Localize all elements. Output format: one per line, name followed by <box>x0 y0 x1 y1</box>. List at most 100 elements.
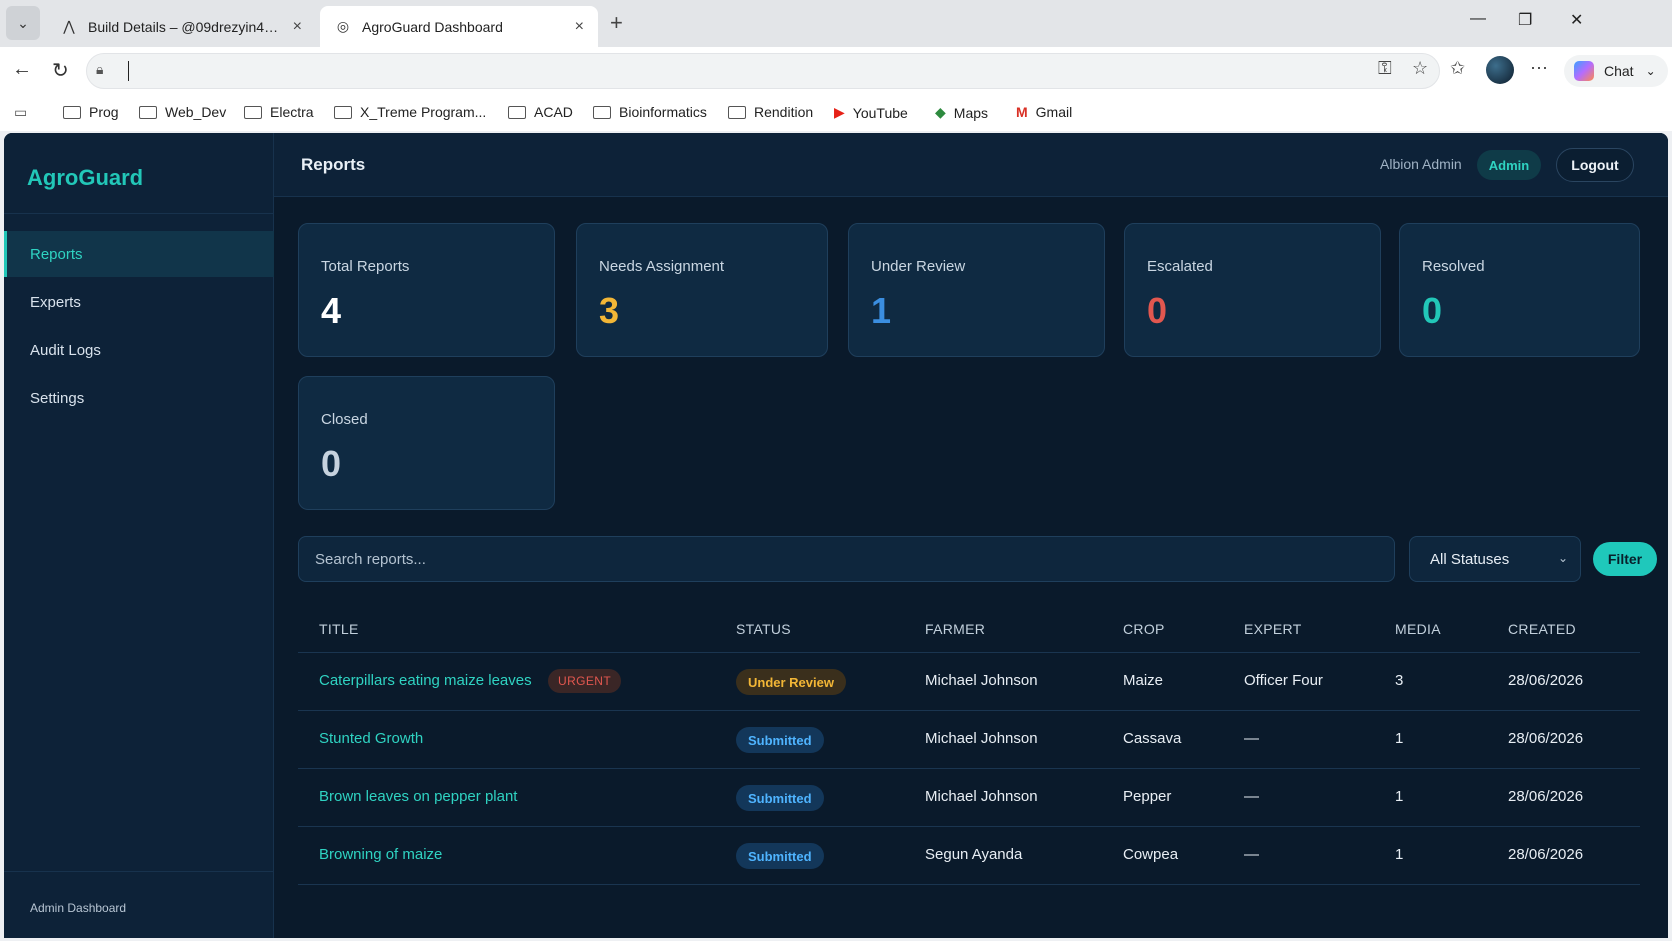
farmer-cell: Michael Johnson <box>925 788 1038 805</box>
divider <box>4 871 274 872</box>
sidebar-item-experts[interactable]: Experts <box>4 279 274 325</box>
media-cell: 1 <box>1395 730 1404 747</box>
bookmark-prog[interactable]: Prog <box>63 104 119 120</box>
sidebar-footer: Admin Dashboard <box>30 901 127 915</box>
bookmark-label: Web_Dev <box>165 104 227 120</box>
stat-value: 3 <box>599 290 620 331</box>
youtube-icon: ▶ <box>834 104 845 120</box>
sidebar: AgroGuard Reports Experts Audit Logs Set… <box>4 133 274 938</box>
created-cell: 28/06/2026 <box>1508 846 1584 863</box>
browser-tab-agroguard[interactable]: ◎ AgroGuard Dashboard × <box>320 6 598 47</box>
lock-icon[interactable]: 🔒︎ <box>96 61 103 78</box>
sidebar-item-settings[interactable]: Settings <box>4 375 274 421</box>
sidebar-item-reports[interactable]: Reports <box>4 231 274 277</box>
chat-label: Chat <box>1604 63 1634 79</box>
crop-cell: Cowpea <box>1123 846 1179 863</box>
chevron-down-icon: ⌄ <box>1645 64 1656 78</box>
profile-avatar[interactable] <box>1486 56 1514 84</box>
crop-cell: Cassava <box>1123 730 1182 747</box>
column-header-created: CREATED <box>1508 621 1576 637</box>
tab-actions-menu[interactable]: ⌄ <box>6 6 40 40</box>
stat-card-needs-assignment: Needs Assignment 3 <box>576 223 828 357</box>
restore-icon[interactable]: ❐ <box>1518 10 1532 30</box>
media-cell: 3 <box>1395 672 1404 689</box>
sidebar-item-audit-logs[interactable]: Audit Logs <box>4 327 274 373</box>
new-tab-icon[interactable]: + <box>610 10 623 36</box>
bookmark-label: Maps <box>953 104 989 121</box>
bookmark-electra[interactable]: Electra <box>244 104 314 120</box>
report-title-link[interactable]: Brown leaves on pepper plant <box>319 788 517 805</box>
expert-cell: — <box>1244 788 1259 805</box>
bookmark-label: Prog <box>89 104 119 120</box>
refresh-icon[interactable]: ↻ <box>52 58 69 83</box>
search-input[interactable]: Search reports... <box>298 536 1395 582</box>
browser-tab-build-details[interactable]: ⋀ Build Details – @09drezyin4657/… × <box>46 6 316 47</box>
stat-card-resolved: Resolved 0 <box>1399 223 1640 357</box>
favorite-star-icon[interactable]: ☆ <box>1412 58 1428 79</box>
created-cell: 28/06/2026 <box>1508 672 1584 689</box>
created-cell: 28/06/2026 <box>1508 730 1584 747</box>
folder-icon <box>593 105 611 119</box>
globe-icon: ◎ <box>336 18 350 34</box>
column-header-media: MEDIA <box>1395 621 1441 637</box>
media-cell: 1 <box>1395 846 1404 863</box>
divider <box>4 213 274 214</box>
status-select[interactable]: All Statuses ⌄ <box>1409 536 1581 582</box>
created-cell: 28/06/2026 <box>1508 788 1584 805</box>
column-header-expert: EXPERT <box>1244 621 1302 637</box>
chevron-down-icon: ⌄ <box>1557 551 1568 565</box>
folder-icon <box>63 105 81 119</box>
role-badge: Admin <box>1477 150 1541 180</box>
password-key-icon[interactable]: ⚿ <box>1378 58 1392 79</box>
user-name: Albion Admin <box>1380 156 1462 172</box>
bookmark-web-dev[interactable]: Web_Dev <box>139 104 226 120</box>
divider <box>298 710 1640 711</box>
report-title-link[interactable]: Stunted Growth <box>319 730 423 747</box>
bookmark-maps[interactable]: ◆ Maps <box>935 104 988 121</box>
divider <box>298 652 1640 653</box>
close-window-icon[interactable]: ✕ <box>1570 10 1583 30</box>
stat-value: 0 <box>321 443 342 484</box>
bookmark-youtube[interactable]: ▶ YouTube <box>834 104 908 121</box>
back-icon[interactable]: ← <box>12 58 32 81</box>
bookmark-label: Gmail <box>1035 104 1073 120</box>
bookmarks-toggle-icon[interactable]: ▭ <box>14 104 35 121</box>
bookmark-xtreme[interactable]: X_Treme Program... <box>334 104 486 120</box>
stat-label: Resolved <box>1422 258 1485 275</box>
farmer-cell: Michael Johnson <box>925 672 1038 689</box>
close-tab-icon[interactable]: × <box>575 18 584 36</box>
bookmark-gmail[interactable]: M Gmail <box>1016 104 1072 120</box>
logout-button[interactable]: Logout <box>1556 148 1634 182</box>
bookmark-bioinformatics[interactable]: Bioinformatics <box>593 104 707 120</box>
status-badge: Submitted <box>736 785 824 811</box>
stat-value: 0 <box>1422 290 1443 331</box>
report-title-link[interactable]: Caterpillars eating maize leaves <box>319 672 532 689</box>
bookmark-label: Rendition <box>754 104 814 120</box>
status-select-value: All Statuses <box>1430 550 1510 568</box>
farmer-cell: Segun Ayanda <box>925 846 1023 863</box>
brand-logo[interactable]: AgroGuard <box>27 165 143 191</box>
stat-label: Closed <box>321 411 368 428</box>
report-title-link[interactable]: Browning of maize <box>319 846 442 863</box>
crop-cell: Maize <box>1123 672 1164 689</box>
stat-card-under-review: Under Review 1 <box>848 223 1105 357</box>
farmer-cell: Michael Johnson <box>925 730 1038 747</box>
filter-button[interactable]: Filter <box>1593 542 1657 576</box>
chat-button[interactable]: Chat ⌄ <box>1564 55 1668 87</box>
bookmark-acad[interactable]: ACAD <box>508 104 573 120</box>
folder-icon <box>334 105 352 119</box>
stat-label: Under Review <box>871 258 966 275</box>
stat-value: 0 <box>1147 290 1168 331</box>
favorites-list-icon[interactable]: ✩ <box>1450 58 1465 79</box>
urgent-badge: URGENT <box>548 669 622 693</box>
stat-value: 1 <box>871 290 892 331</box>
bookmark-label: X_Treme Program... <box>360 104 487 120</box>
more-options-icon[interactable]: ⋯ <box>1530 58 1548 79</box>
bookmark-rendition[interactable]: Rendition <box>728 104 813 120</box>
expert-cell: Officer Four <box>1244 672 1323 689</box>
minimize-icon[interactable]: — <box>1470 10 1486 28</box>
url-input[interactable] <box>86 53 1440 89</box>
expert-cell: — <box>1244 730 1259 747</box>
build-site-icon: ⋀ <box>63 18 75 34</box>
close-tab-icon[interactable]: × <box>293 18 302 36</box>
